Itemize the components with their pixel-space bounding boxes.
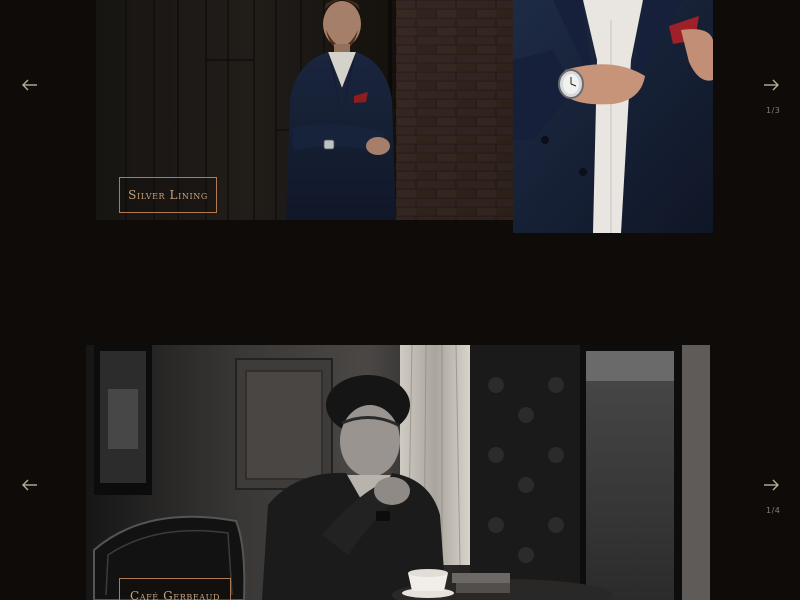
arrow-right-icon[interactable] [763,79,779,91]
page: Silver Lining 1/3 Café Gerbeaud 1/4 [0,0,800,600]
gallery-photo-main[interactable] [86,345,710,600]
slide-counter: 1/3 [766,106,781,115]
arrow-right-icon[interactable] [763,479,779,491]
arrow-left-icon[interactable] [22,479,38,491]
gallery-silver-lining: Silver Lining 1/3 [0,0,800,235]
gallery-photo-secondary[interactable] [513,0,713,233]
arrow-left-icon[interactable] [22,79,38,91]
slide-counter: 1/4 [766,506,781,515]
gallery-caption[interactable]: Silver Lining [119,177,217,213]
gallery-caption[interactable]: Café Gerbeaud [119,578,231,600]
gallery-cafe-gerbeaud: Café Gerbeaud 1/4 [0,345,800,600]
